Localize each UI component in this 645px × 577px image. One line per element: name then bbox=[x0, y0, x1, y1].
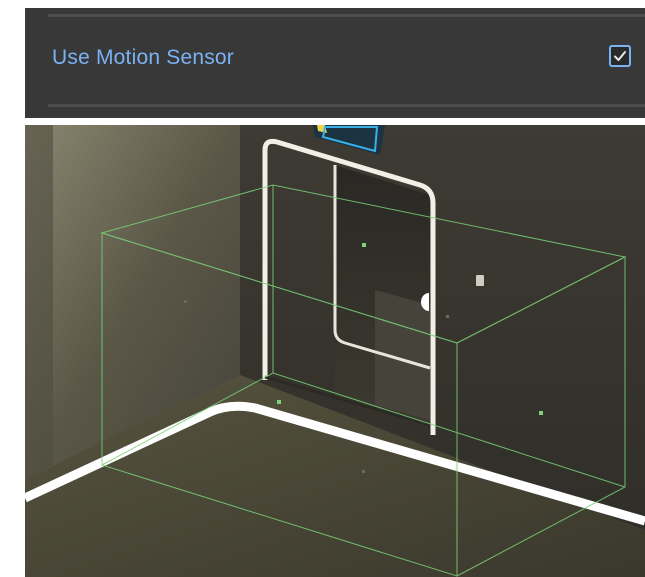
checkmark-icon bbox=[614, 51, 626, 61]
left-wall-shade bbox=[25, 125, 53, 480]
scene-canvas[interactable] bbox=[25, 125, 645, 577]
wall-sensor-object bbox=[476, 275, 484, 286]
section-divider-top bbox=[48, 14, 645, 17]
gizmo-handle-top[interactable] bbox=[362, 243, 366, 247]
gizmo-handle-back[interactable] bbox=[446, 315, 449, 318]
use-motion-sensor-row[interactable]: Use Motion Sensor bbox=[25, 28, 645, 88]
screenshot-root: Use Motion Sensor bbox=[0, 0, 645, 577]
gizmo-handle-bottom[interactable] bbox=[277, 400, 281, 404]
gizmo-handle-left[interactable] bbox=[184, 300, 187, 303]
gizmo-handle-right[interactable] bbox=[539, 411, 543, 415]
use-motion-sensor-checkbox[interactable] bbox=[609, 45, 631, 67]
use-motion-sensor-label: Use Motion Sensor bbox=[52, 46, 234, 69]
gizmo-handle-front[interactable] bbox=[362, 470, 365, 473]
scene-view[interactable] bbox=[25, 125, 645, 577]
inspector-panel: Use Motion Sensor bbox=[25, 8, 645, 118]
section-divider-bottom bbox=[48, 104, 645, 107]
